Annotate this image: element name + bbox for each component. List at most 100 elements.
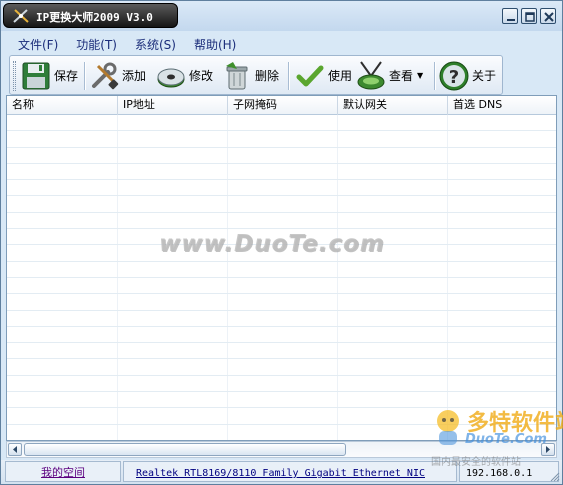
list-cell [118, 147, 228, 163]
toolbar-separator [434, 62, 435, 90]
list-cell [448, 278, 556, 293]
list-cell [228, 196, 338, 212]
toolbar-grip[interactable] [13, 61, 16, 91]
list-cell [118, 131, 228, 147]
window-controls [502, 8, 556, 24]
list-cell [118, 326, 228, 343]
list-cell [448, 262, 556, 277]
list-cell [228, 310, 338, 326]
list-cell [118, 343, 228, 359]
list-cell [118, 261, 228, 277]
list-row-empty[interactable] [7, 294, 556, 311]
list-cell [228, 343, 338, 359]
list-cell [228, 375, 338, 392]
column-header-name[interactable]: 名称 [7, 96, 118, 115]
list-cell [7, 115, 118, 131]
list-cell [228, 408, 338, 424]
list-cell [228, 277, 338, 294]
logo-sub: DuoTe.Com [465, 432, 547, 447]
list-cell [7, 277, 118, 294]
list-cell [7, 261, 118, 277]
edit-button[interactable]: 修改 [155, 59, 213, 92]
list-cell [448, 294, 556, 309]
list-row-empty[interactable] [7, 196, 556, 213]
use-button[interactable]: 使用 [294, 59, 352, 92]
restore-button[interactable] [521, 8, 537, 24]
list-cell [7, 326, 118, 343]
column-header-subnet[interactable]: 子网掩码 [228, 96, 338, 115]
save-button[interactable]: 保存 [20, 59, 78, 92]
list-row-empty[interactable] [7, 212, 556, 230]
view-button[interactable]: 查看 ▼ [355, 59, 423, 92]
list-cell [7, 245, 118, 261]
list-row-empty[interactable] [7, 131, 556, 148]
list-header: 名称 IP地址 子网掩码 默认网关 首选 DNS [7, 96, 556, 115]
scroll-left-button[interactable] [8, 443, 22, 456]
list-cell [118, 375, 228, 392]
list-row-empty[interactable] [7, 343, 556, 360]
list-row-empty[interactable] [7, 115, 556, 132]
check-mark-icon [296, 65, 324, 86]
list-cell [7, 163, 118, 180]
list-cell [7, 180, 118, 196]
list-cell [448, 327, 556, 342]
list-cell [118, 408, 228, 424]
list-cell [338, 343, 448, 359]
list-cell [338, 310, 448, 326]
list-cell [118, 359, 228, 375]
minimize-button[interactable] [502, 8, 518, 24]
list-cell [118, 424, 228, 440]
list-cell [338, 359, 448, 375]
list-cell [448, 148, 556, 163]
list-row-empty[interactable] [7, 359, 556, 376]
list-cell [448, 359, 556, 374]
list-row-empty[interactable] [7, 310, 556, 327]
list-row-empty[interactable] [7, 375, 556, 393]
menu-system[interactable]: 系统(S) [126, 34, 185, 54]
column-header-gateway[interactable]: 默认网关 [338, 96, 448, 115]
menu-file[interactable]: 文件(F) [9, 34, 67, 54]
list-cell [118, 310, 228, 326]
menu-function[interactable]: 功能(T) [67, 34, 126, 54]
add-button[interactable]: 添加 [88, 59, 146, 92]
satellite-dish-icon [357, 60, 385, 89]
list-cell [118, 115, 228, 131]
delete-button[interactable]: 删除 [221, 59, 279, 92]
add-label: 添加 [122, 69, 147, 83]
list-cell [338, 294, 448, 310]
list-cell [338, 131, 448, 147]
my-space-link[interactable]: 我的空间 [41, 466, 85, 479]
scroll-thumb[interactable] [24, 443, 346, 456]
list-row-empty[interactable] [7, 261, 556, 278]
column-header-ip[interactable]: IP地址 [118, 96, 228, 115]
list-cell [448, 131, 556, 146]
list-row-empty[interactable] [7, 163, 556, 181]
resize-grip-icon[interactable] [550, 472, 560, 482]
list-row-empty[interactable] [7, 326, 556, 344]
floppy-disk-icon [22, 62, 50, 89]
list-cell [7, 359, 118, 375]
title-bar[interactable]: IP更换大师2009 V3.0 [1, 1, 562, 31]
list-cell [338, 196, 448, 212]
menu-help[interactable]: 帮助(H) [185, 34, 245, 54]
list-row-empty[interactable] [7, 180, 556, 197]
list-row-empty[interactable] [7, 147, 556, 164]
list-cell [7, 343, 118, 359]
close-button[interactable] [540, 8, 556, 24]
list-cell [7, 310, 118, 326]
list-cell [228, 392, 338, 408]
list-cell [228, 261, 338, 277]
about-button[interactable]: ? 关于 [438, 59, 496, 92]
column-header-dns[interactable]: 首选 DNS [448, 96, 556, 115]
status-pane-adapter: Realtek RTL8169/8110 Family Gigabit Ethe… [123, 461, 457, 482]
chevron-down-icon[interactable]: ▼ [417, 71, 423, 80]
list-cell [448, 343, 556, 358]
list-cell [7, 424, 118, 440]
list-cell [118, 212, 228, 229]
list-cell [228, 294, 338, 310]
list-row-empty[interactable] [7, 277, 556, 295]
network-adapter-link[interactable]: Realtek RTL8169/8110 Family Gigabit Ethe… [136, 468, 425, 479]
ip-config-list[interactable]: 名称 IP地址 子网掩码 默认网关 首选 DNS www.DuoTe.com [6, 95, 557, 441]
watermark-text: www.DuoTe.com [159, 231, 385, 257]
list-cell [338, 147, 448, 163]
